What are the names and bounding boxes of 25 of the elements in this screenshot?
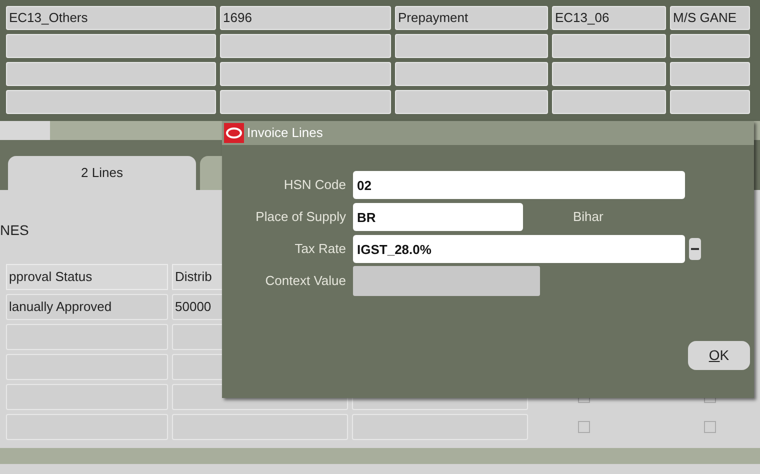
dialog-title: Invoice Lines (247, 124, 323, 142)
app-logo-icon (224, 123, 244, 143)
dash-icon (691, 248, 699, 250)
field-description: Bihar (573, 208, 604, 226)
input-field[interactable]: BR (353, 203, 523, 231)
table-cell: lanually Approved (6, 294, 168, 320)
table-cell: EC13_Others (6, 6, 216, 30)
field-label: Context Value (264, 272, 347, 290)
list-of-values-button[interactable] (689, 238, 701, 260)
checkbox[interactable] (578, 421, 590, 433)
input-field[interactable]: IGST_28.0% (353, 235, 685, 263)
scroll-thumb (0, 121, 50, 140)
tab[interactable]: 2 Lines (8, 156, 196, 190)
checkbox[interactable] (704, 421, 716, 433)
field-label: Place of Supply (254, 208, 347, 226)
section-heading: NES (0, 220, 29, 240)
table-cell: M/S GANE (670, 6, 750, 30)
column-header: pproval Status (6, 264, 168, 290)
table-cell: EC13_06 (552, 6, 666, 30)
table-cell: 1696 (220, 6, 391, 30)
ok-button[interactable]: OK (688, 341, 750, 370)
field-label: Tax Rate (294, 240, 347, 258)
field-label: HSN Code (282, 176, 347, 194)
table-cell: Prepayment (395, 6, 548, 30)
input-field[interactable]: 02 (353, 171, 685, 199)
